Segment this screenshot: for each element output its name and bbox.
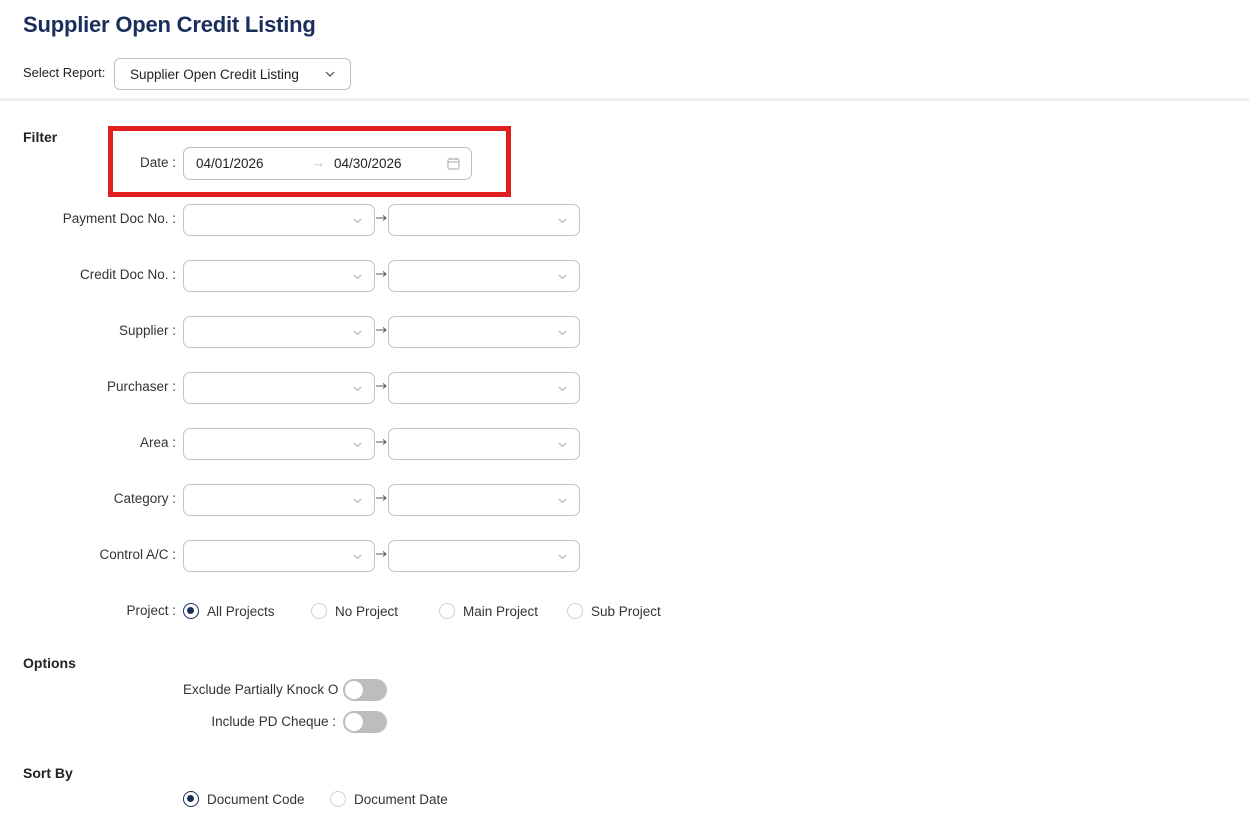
arrow-right-icon <box>376 265 388 277</box>
toggle-knob <box>345 681 363 699</box>
range-from-dropdown[interactable] <box>183 204 375 236</box>
chevron-down-icon <box>353 274 362 280</box>
options-heading: Options <box>23 655 76 671</box>
include-pd-cheque-label: Include PD Cheque : <box>211 714 336 729</box>
range-from-dropdown[interactable] <box>183 372 375 404</box>
range-from-dropdown[interactable] <box>183 260 375 292</box>
chevron-down-icon <box>558 442 567 448</box>
range-from-dropdown[interactable] <box>183 540 375 572</box>
calendar-icon[interactable] <box>447 157 460 170</box>
arrow-right-icon: → <box>312 155 325 170</box>
exclude-partially-toggle[interactable] <box>343 679 387 701</box>
range-to-dropdown[interactable] <box>388 204 580 236</box>
arrow-right-icon <box>376 489 388 501</box>
chevron-down-icon <box>558 386 567 392</box>
chevron-down-icon <box>558 218 567 224</box>
sort-heading: Sort By <box>23 765 73 781</box>
date-from-input[interactable]: 04/01/2026 <box>196 156 264 171</box>
sort-option-code[interactable]: Document Code <box>183 791 305 807</box>
project-label: Project : <box>126 603 176 618</box>
chevron-down-icon <box>558 330 567 336</box>
range-from-dropdown[interactable] <box>183 316 375 348</box>
range-label: Category : <box>113 491 176 506</box>
chevron-down-icon <box>353 330 362 336</box>
date-label: Date : <box>139 155 176 170</box>
range-to-dropdown[interactable] <box>388 540 580 572</box>
range-to-dropdown[interactable] <box>388 316 580 348</box>
arrow-right-icon <box>376 433 388 445</box>
chevron-down-icon <box>353 386 362 392</box>
chevron-down-icon <box>558 498 567 504</box>
range-from-dropdown[interactable] <box>183 484 375 516</box>
radio-checked[interactable] <box>183 791 199 807</box>
chevron-down-icon <box>353 218 362 224</box>
project-option-all[interactable]: All Projects <box>183 603 275 619</box>
exclude-partially-label: Exclude Partially Knock O <box>183 682 339 697</box>
project-option-label: Main Project <box>463 603 539 619</box>
page-title: Supplier Open Credit Listing <box>23 12 316 37</box>
range-to-dropdown[interactable] <box>388 372 580 404</box>
sort-option-label: Document Code <box>207 791 305 807</box>
header-divider <box>0 98 1249 101</box>
range-to-dropdown[interactable] <box>388 428 580 460</box>
range-to-dropdown[interactable] <box>388 260 580 292</box>
include-pd-cheque-toggle[interactable] <box>343 711 387 733</box>
select-report-label: Select Report: <box>23 65 106 80</box>
project-option-label: All Projects <box>207 603 275 619</box>
sort-option-date[interactable]: Document Date <box>330 791 448 807</box>
radio-unchecked[interactable] <box>439 603 455 619</box>
chevron-down-icon <box>325 71 335 77</box>
date-range-picker[interactable]: 04/01/2026 → 04/30/2026 <box>183 147 472 180</box>
project-option-label: Sub Project <box>591 603 661 619</box>
chevron-down-icon <box>353 498 362 504</box>
range-label: Credit Doc No. : <box>79 267 176 282</box>
arrow-right-icon <box>376 321 388 333</box>
report-select[interactable]: Supplier Open Credit Listing <box>114 58 351 90</box>
toggle-knob <box>345 713 363 731</box>
chevron-down-icon <box>558 274 567 280</box>
radio-unchecked[interactable] <box>567 603 583 619</box>
range-label: Supplier : <box>118 323 176 338</box>
range-label: Control A/C : <box>99 547 176 562</box>
range-label: Purchaser : <box>106 379 176 394</box>
range-to-dropdown[interactable] <box>388 484 580 516</box>
radio-checked[interactable] <box>183 603 199 619</box>
chevron-down-icon <box>353 442 362 448</box>
sort-option-label: Document Date <box>354 791 448 807</box>
project-option-label: No Project <box>335 603 399 619</box>
range-label: Payment Doc No. : <box>62 211 176 226</box>
filter-heading: Filter <box>23 129 58 145</box>
range-from-dropdown[interactable] <box>183 428 375 460</box>
chevron-down-icon <box>353 554 362 560</box>
project-option-none[interactable]: No Project <box>311 603 398 619</box>
radio-unchecked[interactable] <box>311 603 327 619</box>
range-label: Area : <box>139 435 176 450</box>
project-option-sub[interactable]: Sub Project <box>567 603 661 619</box>
arrow-right-icon <box>376 209 388 221</box>
report-select-value: Supplier Open Credit Listing <box>130 66 299 82</box>
chevron-down-icon <box>558 554 567 560</box>
project-option-main[interactable]: Main Project <box>439 603 538 619</box>
date-to-input[interactable]: 04/30/2026 <box>334 156 402 171</box>
radio-unchecked[interactable] <box>330 791 346 807</box>
arrow-right-icon <box>376 545 388 557</box>
arrow-right-icon <box>376 377 388 389</box>
